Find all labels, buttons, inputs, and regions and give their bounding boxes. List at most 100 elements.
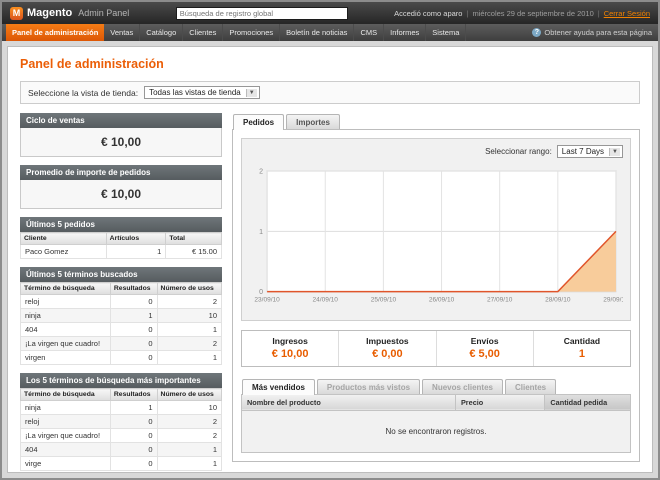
magento-logo-icon: M — [10, 7, 23, 20]
nav-item-cms[interactable]: CMS — [354, 24, 384, 41]
svg-text:28/09/10: 28/09/10 — [545, 297, 571, 304]
svg-text:25/09/10: 25/09/10 — [371, 297, 397, 304]
table-row[interactable]: ¡La virgen que cuadro! 0 2 — [21, 337, 222, 351]
stat-value: 1 — [534, 348, 630, 360]
search-uses: 2 — [157, 415, 221, 429]
top-search-table: Término de búsqueda Resultados Número de… — [20, 388, 222, 471]
session-info: Accedió como aparo | miércoles 29 de sep… — [394, 9, 650, 18]
search-uses: 2 — [157, 295, 221, 309]
table-row[interactable]: virgen 0 1 — [21, 351, 222, 365]
store-view-label: Seleccione la vista de tienda: — [28, 88, 138, 98]
top-search-title: Los 5 términos de búsqueda más important… — [20, 373, 222, 388]
search-uses: 1 — [157, 323, 221, 337]
page-title: Panel de administración — [20, 57, 640, 71]
column-header: Resultados — [110, 283, 157, 295]
store-view-switcher: Seleccione la vista de tienda: Todas las… — [20, 81, 640, 104]
left-column: Ciclo de ventas € 10,00 Promedio de impo… — [20, 113, 222, 471]
top-header: M Magento Admin Panel Accedió como aparo… — [2, 2, 658, 24]
svg-text:23/09/10: 23/09/10 — [254, 297, 280, 304]
tab-customers[interactable]: Clientes — [505, 379, 556, 395]
tab-amounts[interactable]: Importes — [286, 114, 340, 130]
stat-label: Cantidad — [534, 336, 630, 346]
search-uses: 2 — [157, 429, 221, 443]
magento-logo[interactable]: M Magento Admin Panel — [10, 7, 129, 20]
order-customer: Paco Gomez — [21, 245, 107, 259]
chevron-down-icon: ▼ — [246, 89, 257, 97]
nav-item-promotions[interactable]: Promociones — [223, 24, 280, 41]
search-uses: 10 — [157, 309, 221, 323]
stat-shipping: Envíos € 5,00 — [436, 331, 533, 366]
column-header: Resultados — [110, 389, 157, 401]
store-view-select[interactable]: Todas las vistas de tienda ▼ — [144, 86, 260, 99]
bestsellers-table: Nombre del producto Precio Cantidad pedi… — [241, 394, 631, 453]
column-header: Término de búsqueda — [21, 389, 111, 401]
nav-item-newsletter[interactable]: Boletín de noticias — [280, 24, 354, 41]
range-value: Last 7 Days — [562, 147, 604, 156]
search-results: 0 — [110, 295, 157, 309]
right-column: Pedidos Importes Seleccionar rango: Last… — [232, 113, 640, 462]
table-row[interactable]: ninja 1 10 — [21, 309, 222, 323]
chevron-down-icon: ▼ — [609, 148, 620, 156]
range-label: Seleccionar rango: — [485, 147, 552, 156]
svg-text:0: 0 — [259, 289, 263, 296]
last-orders-title: Últimos 5 pedidos — [20, 217, 222, 232]
range-select[interactable]: Last 7 Days ▼ — [557, 145, 623, 158]
search-term: ninja — [21, 309, 111, 323]
tab-orders[interactable]: Pedidos — [233, 114, 284, 130]
last-search-box: Últimos 5 términos buscados Término de b… — [20, 267, 222, 365]
tab-bestsellers[interactable]: Más vendidos — [242, 379, 315, 395]
nav-item-catalog[interactable]: Catálogo — [140, 24, 183, 41]
logged-in-as: Accedió como aparo — [394, 9, 462, 18]
search-results: 0 — [110, 457, 157, 471]
table-row[interactable]: virge 0 1 — [21, 457, 222, 471]
stat-value: € 5,00 — [437, 348, 533, 360]
table-row[interactable]: ninja 1 10 — [21, 401, 222, 415]
help-link[interactable]: ? Obtener ayuda para esta página — [532, 24, 654, 41]
nav-item-system[interactable]: Sistema — [426, 24, 466, 41]
search-results: 0 — [110, 337, 157, 351]
top-search-box: Los 5 términos de búsqueda más important… — [20, 373, 222, 471]
table-row[interactable]: 404 0 1 — [21, 323, 222, 337]
logout-link[interactable]: Cerrar Sesión — [604, 9, 650, 18]
separator: | — [466, 9, 468, 18]
last-search-table: Término de búsqueda Resultados Número de… — [20, 282, 222, 365]
search-term: virgen — [21, 351, 111, 365]
range-row: Seleccionar rango: Last 7 Days ▼ — [249, 145, 623, 158]
tab-most-viewed[interactable]: Productos más vistos — [317, 379, 420, 395]
tab-new-customers[interactable]: Nuevos clientes — [422, 379, 503, 395]
table-row[interactable]: reloj 0 2 — [21, 415, 222, 429]
nav-item-sales[interactable]: Ventas — [104, 24, 140, 41]
search-term: 404 — [21, 443, 111, 457]
global-search-area — [137, 7, 386, 20]
table-row[interactable]: reloj 0 2 — [21, 295, 222, 309]
column-header-qty[interactable]: Cantidad pedida — [545, 394, 631, 410]
svg-text:2: 2 — [259, 169, 263, 176]
orders-amounts-tabs: Pedidos Importes — [232, 113, 640, 129]
nav-item-reports[interactable]: Informes — [384, 24, 426, 41]
column-header-price[interactable]: Precio — [455, 394, 544, 410]
column-header-product[interactable]: Nombre del producto — [242, 394, 456, 410]
search-term: reloj — [21, 415, 111, 429]
table-row[interactable]: Paco Gomez 1 € 15.00 — [21, 245, 222, 259]
column-header: Número de usos — [157, 283, 221, 295]
column-header: Número de usos — [157, 389, 221, 401]
search-uses: 10 — [157, 401, 221, 415]
nav-item-customers[interactable]: Clientes — [183, 24, 223, 41]
table-row[interactable]: 404 0 1 — [21, 443, 222, 457]
stat-tax: Impuestos € 0,00 — [338, 331, 435, 366]
brand-name: Magento — [27, 7, 72, 19]
search-term: ¡La virgen que cuadro! — [21, 429, 111, 443]
column-header: Término de búsqueda — [21, 283, 111, 295]
stat-quantity: Cantidad 1 — [533, 331, 630, 366]
totals-bar: Ingresos € 10,00 Impuestos € 0,00 Envíos… — [241, 330, 631, 367]
header-date: miércoles 29 de septiembre de 2010 — [472, 9, 593, 18]
search-uses: 2 — [157, 337, 221, 351]
svg-text:27/09/10: 27/09/10 — [487, 297, 513, 304]
dashboard-columns: Ciclo de ventas € 10,00 Promedio de impo… — [20, 113, 640, 471]
global-search-input[interactable] — [176, 7, 348, 20]
table-row[interactable]: ¡La virgen que cuadro! 0 2 — [21, 429, 222, 443]
stat-value: € 10,00 — [242, 348, 338, 360]
nav-item-dashboard[interactable]: Panel de administración — [6, 24, 104, 41]
column-header: Artículos — [106, 233, 166, 245]
order-total: € 15.00 — [166, 245, 222, 259]
